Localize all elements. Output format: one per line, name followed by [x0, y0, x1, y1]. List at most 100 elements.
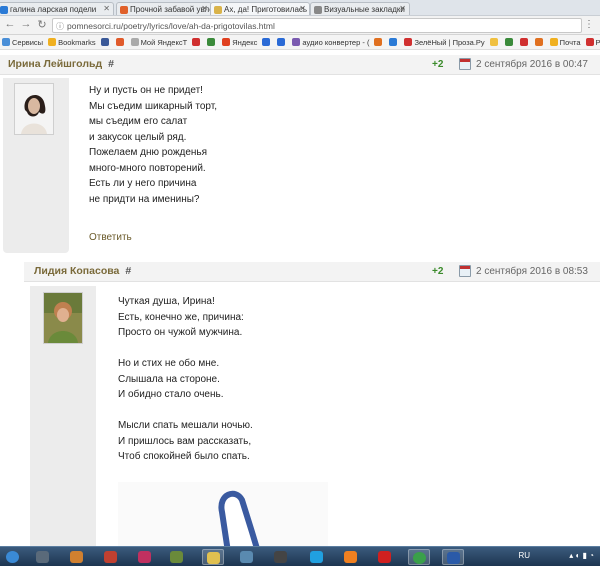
comment-text-line: Мысли спать мешали ночью.: [118, 420, 253, 431]
comment-text-line: И обидно стало очень.: [118, 389, 224, 400]
chrome-icon[interactable]: [408, 549, 430, 565]
browser-menu-icon[interactable]: ⋮: [584, 19, 594, 30]
folder-icon[interactable]: [202, 549, 224, 565]
bookmark-item[interactable]: ЗелёНый | Проза.Ру: [402, 35, 487, 47]
reply-link[interactable]: Ответить: [89, 232, 132, 243]
comment-rating[interactable]: +2: [432, 266, 443, 277]
bookmark-item[interactable]: [99, 35, 114, 47]
avatar-image: [44, 293, 82, 343]
bookmark-favicon-icon: [585, 38, 594, 46]
bookmark-favicon-icon: [489, 38, 498, 46]
media-icon-glyph: [36, 551, 49, 563]
comment-permalink[interactable]: #: [108, 58, 114, 70]
bookmark-favicon-icon: [504, 38, 513, 46]
bookmark-favicon-icon: [292, 38, 301, 46]
comment-text-line: не придти на именины?: [89, 193, 200, 205]
bookmark-item[interactable]: [372, 35, 387, 47]
bookmark-item[interactable]: Bookmarks: [46, 35, 99, 47]
video-icon[interactable]: [134, 549, 156, 565]
site-info-icon[interactable]: ⓘ: [56, 21, 64, 32]
tab-close-icon[interactable]: ✕: [103, 4, 110, 13]
start-icon[interactable]: [2, 549, 24, 565]
bookmark-favicon-icon: [404, 38, 413, 46]
url-input[interactable]: ⓘ pomnesorci.ru/poetry/lyrics/love/ah-da…: [52, 18, 582, 33]
chrome-icon-glyph: [413, 552, 426, 564]
reload-icon[interactable]: ↻: [36, 18, 48, 31]
tab-favicon-icon: [120, 6, 128, 14]
bookmark-favicon-icon: [2, 38, 10, 46]
bookmark-item[interactable]: [114, 35, 129, 47]
bookmark-item[interactable]: [387, 35, 402, 47]
tab-close-icon[interactable]: ✕: [299, 4, 306, 13]
comment-author-link[interactable]: Лидия Копасова #: [34, 265, 131, 277]
folder-icon-glyph: [207, 552, 220, 564]
skype-icon[interactable]: [306, 549, 328, 565]
bookmark-item[interactable]: [205, 35, 220, 47]
bookmark-label: ЗелёНый | Проза.Ру: [414, 38, 485, 47]
browser-tab[interactable]: галина ларская подели ✕: [0, 2, 114, 15]
comment-author-link[interactable]: Ирина Лейшгольд #: [8, 58, 114, 70]
tool-icon[interactable]: [166, 549, 188, 565]
browser-tab[interactable]: Прочной забавой увле ✕: [116, 2, 212, 15]
bookmark-item[interactable]: Мой ЯндексТ: [129, 35, 191, 47]
video-icon-glyph: [138, 551, 151, 563]
tray-icons[interactable]: ▴ ◐ ▮ ◔: [569, 551, 594, 560]
calendar-icon: [459, 58, 471, 70]
comment-header: Ирина Лейшгольд # +2 2 сентября 2016 в 00…: [0, 55, 600, 75]
bookmark-item[interactable]: Почта: [548, 35, 584, 47]
bookmark-item[interactable]: аудио конвертер - (: [290, 35, 372, 47]
pen-icon-glyph: [274, 551, 287, 563]
bookmark-item[interactable]: [260, 35, 275, 47]
paint-icon-glyph: [70, 551, 83, 563]
word-icon[interactable]: [442, 549, 464, 565]
photo-icon[interactable]: [100, 549, 122, 565]
bookmark-favicon-icon: [549, 38, 558, 46]
browser-tab-active[interactable]: Ах, да! Приготовилась ✕: [210, 2, 310, 15]
comment-text-line: [118, 403, 253, 419]
avatar[interactable]: [43, 292, 83, 344]
vlc-icon[interactable]: [340, 549, 362, 565]
yandex-browser-icon[interactable]: [374, 549, 396, 565]
browser-tab[interactable]: Визуальные закладки ✕: [310, 2, 410, 15]
back-icon[interactable]: ←: [4, 18, 16, 30]
bookmark-item[interactable]: РСН: [584, 35, 600, 47]
tab-favicon-icon: [314, 6, 322, 14]
bookmark-item[interactable]: [503, 35, 518, 47]
paint-icon[interactable]: [66, 549, 88, 565]
tab-close-icon[interactable]: ✕: [399, 4, 406, 13]
tool-icon-glyph: [170, 551, 183, 563]
vlc-icon-glyph: [344, 551, 357, 563]
comment-rating[interactable]: +2: [432, 59, 443, 70]
bookmark-item[interactable]: Сервисы: [0, 35, 46, 47]
language-indicator[interactable]: RU: [518, 551, 530, 560]
comment-permalink[interactable]: #: [125, 265, 131, 277]
comment-text: Ну и пусть он не придет! Мы съедим шикарн…: [89, 83, 217, 207]
bookmark-item[interactable]: [533, 35, 548, 47]
comment-text-line: Слышала на стороне.: [118, 373, 220, 385]
avatar-image: [15, 84, 53, 134]
bookmark-label: Bookmarks: [58, 38, 96, 47]
page-content: Ирина Лейшгольд # +2 2 сентября 2016 в 00…: [0, 50, 600, 546]
comment-text-line: и закусок целый ряд.: [89, 131, 187, 143]
word-icon-glyph: [447, 552, 460, 564]
comment-text-line: Но и стих не обо мне.: [118, 358, 220, 369]
bookmark-item[interactable]: [488, 35, 503, 47]
bookmark-item[interactable]: [275, 35, 290, 47]
chart-app-icon[interactable]: [236, 549, 258, 565]
avatar[interactable]: [14, 83, 54, 135]
bookmark-favicon-icon: [192, 38, 201, 46]
pen-icon[interactable]: [270, 549, 292, 565]
comment-text-line: Пожелаем дню рожденья: [89, 147, 208, 158]
comment-image-drawing: [218, 490, 260, 546]
forward-icon[interactable]: →: [20, 18, 32, 30]
comment-header: Лидия Копасова # +2 2 сентября 2016 в 08:…: [24, 262, 600, 282]
bookmark-favicon-icon: [389, 38, 398, 46]
tab-close-icon[interactable]: ✕: [201, 4, 208, 13]
bookmark-item[interactable]: [190, 35, 205, 47]
bookmark-item[interactable]: [518, 35, 533, 47]
bookmark-favicon-icon: [262, 38, 271, 46]
comment-text-line: И пришлось вам рассказать,: [118, 435, 252, 447]
bookmark-item[interactable]: Яндекс: [220, 35, 260, 47]
comment-text-line: мы съедим его салат: [89, 116, 188, 127]
media-icon[interactable]: [32, 549, 54, 565]
